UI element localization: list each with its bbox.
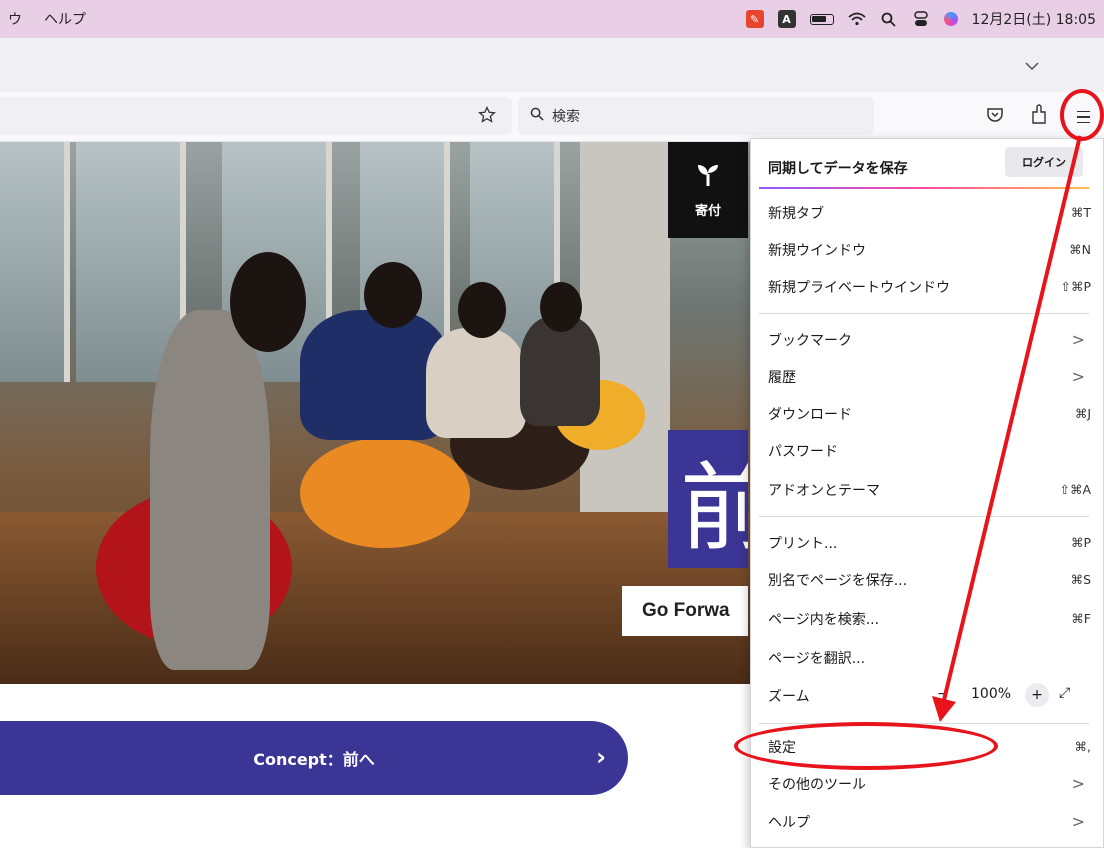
- menu-item-label: 新規タブ: [768, 205, 824, 222]
- hero-kanji: 前: [668, 430, 748, 568]
- menu-item-help[interactable]: ヘルプ >: [751, 803, 1091, 840]
- menu-shortcut: ⌘S: [1070, 572, 1091, 587]
- menubar-clock[interactable]: 12月2日(土) 18:05: [972, 9, 1096, 29]
- fullscreen-icon[interactable]: ⤢: [1059, 685, 1070, 701]
- extensions-icon[interactable]: [1030, 104, 1048, 129]
- chevron-right-icon: >: [1071, 330, 1085, 349]
- browser-tab-strip: [0, 38, 1104, 92]
- chevron-right-icon: >: [1071, 367, 1085, 386]
- menu-item-label: ズーム: [768, 688, 810, 705]
- person-head: [230, 252, 306, 352]
- donate-label: 寄付: [694, 203, 721, 219]
- menu-item-downloads[interactable]: ダウンロード ⌘J: [751, 395, 1091, 432]
- search-bar[interactable]: 検索: [518, 97, 874, 135]
- person-head: [458, 282, 506, 338]
- screenshot-root: { "menubar": { "items": ["ウ", "ヘルプ"], "c…: [0, 0, 1104, 848]
- go-forward-banner: Go Forwa: [622, 586, 748, 636]
- siri-icon[interactable]: [943, 12, 958, 26]
- app-icon[interactable]: ✎: [745, 10, 764, 28]
- menu-item-history[interactable]: 履歴 >: [751, 358, 1091, 395]
- menu-item-more-tools[interactable]: その他のツール >: [751, 765, 1091, 802]
- menu-shortcut: ⌘,: [1074, 739, 1091, 754]
- person-head: [364, 262, 422, 328]
- sync-title: 同期してデータを保存: [768, 160, 908, 177]
- annotation-circle-menu-button: [1060, 89, 1104, 141]
- pocket-icon[interactable]: [986, 106, 1004, 124]
- menu-item-label: プリント...: [768, 535, 838, 552]
- menu-shortcut: ⌘F: [1071, 611, 1091, 626]
- menu-item-save-page-as[interactable]: 別名でページを保存... ⌘S: [751, 561, 1091, 598]
- search-placeholder: 検索: [552, 109, 580, 125]
- menu-item-label: ページ内を検索...: [768, 611, 880, 628]
- menu-shortcut: ⇧⌘P: [1060, 279, 1091, 294]
- menu-item-label: パスワード: [768, 443, 838, 460]
- menu-separator: [759, 516, 1089, 517]
- menu-item-find-in-page[interactable]: ページ内を検索... ⌘F: [751, 600, 1091, 637]
- menu-item-new-private-window[interactable]: 新規プライベートウインドウ ⇧⌘P: [751, 268, 1091, 305]
- menu-item-label: 新規ウインドウ: [768, 242, 866, 259]
- tab-list-chevron-icon[interactable]: [1020, 54, 1044, 78]
- sync-divider: [759, 187, 1089, 189]
- person-head: [540, 282, 582, 332]
- menu-item-label: 新規プライベートウインドウ: [768, 279, 950, 296]
- menu-item-bookmarks[interactable]: ブックマーク >: [751, 321, 1091, 358]
- zoom-in-button[interactable]: +: [1025, 683, 1049, 707]
- menu-item-label: アドオンとテーマ: [768, 482, 880, 499]
- menu-item-print[interactable]: プリント... ⌘P: [751, 524, 1091, 561]
- menu-separator: [759, 313, 1089, 314]
- menu-shortcut: ⇧⌘A: [1059, 482, 1091, 497]
- menu-shortcut: ⌘J: [1074, 406, 1091, 421]
- menu-item-label: その他のツール: [768, 776, 866, 793]
- spotlight-search-icon[interactable]: [880, 10, 898, 28]
- menubar-item-window[interactable]: ウ: [8, 9, 22, 29]
- person-dress: [150, 310, 270, 670]
- chevron-right-icon: >: [1071, 812, 1085, 831]
- concept-label: Concept：前へ: [253, 750, 375, 769]
- donate-button[interactable]: 寄付: [668, 142, 748, 238]
- menu-item-label: 別名でページを保存...: [768, 572, 908, 589]
- menu-item-label: ブックマーク: [768, 332, 852, 349]
- address-bar[interactable]: [0, 97, 512, 135]
- orange-beanbag: [300, 438, 470, 548]
- login-button[interactable]: ログイン: [1005, 147, 1083, 177]
- hero-photo: 寄付 前 Go Forwa: [0, 142, 800, 684]
- menu-shortcut: ⌘N: [1069, 242, 1091, 257]
- battery-icon[interactable]: [809, 13, 834, 25]
- person-beige: [426, 328, 526, 438]
- wifi-icon[interactable]: [847, 10, 866, 28]
- menu-item-translate-page[interactable]: ページを翻訳...: [751, 639, 1091, 676]
- bookmark-star-icon[interactable]: [478, 105, 496, 128]
- input-method-icon[interactable]: A: [777, 10, 796, 28]
- menu-item-new-tab[interactable]: 新規タブ ⌘T: [751, 194, 1091, 231]
- menu-item-passwords[interactable]: パスワード: [751, 432, 1091, 469]
- zoom-out-button[interactable]: −: [937, 686, 949, 702]
- person-grey: [520, 316, 600, 426]
- sprout-icon: [695, 162, 721, 192]
- control-center-icon[interactable]: [912, 10, 930, 28]
- menu-item-new-window[interactable]: 新規ウインドウ ⌘N: [751, 231, 1091, 268]
- menu-item-label: ダウンロード: [768, 406, 852, 423]
- annotation-circle-settings: [734, 722, 998, 770]
- chevron-right-icon: ›: [596, 743, 606, 771]
- menu-item-label: ヘルプ: [768, 814, 810, 831]
- menu-shortcut: ⌘P: [1070, 535, 1091, 550]
- menu-item-label: 履歴: [768, 369, 796, 386]
- menubar-item-help[interactable]: ヘルプ: [44, 9, 86, 29]
- search-icon: [530, 107, 544, 125]
- zoom-level[interactable]: 100%: [971, 686, 1011, 702]
- menu-item-addons-themes[interactable]: アドオンとテーマ ⇧⌘A: [751, 471, 1091, 508]
- concept-button[interactable]: Concept：前へ ›: [0, 721, 628, 795]
- macos-menubar: ウ ヘルプ ✎ A 12月2日(土) 18:05: [0, 0, 1104, 38]
- menu-shortcut: ⌘T: [1070, 205, 1091, 220]
- browser-toolbar: 検索: [0, 92, 1104, 142]
- chevron-right-icon: >: [1071, 774, 1085, 793]
- menu-item-label: ページを翻訳...: [768, 650, 866, 667]
